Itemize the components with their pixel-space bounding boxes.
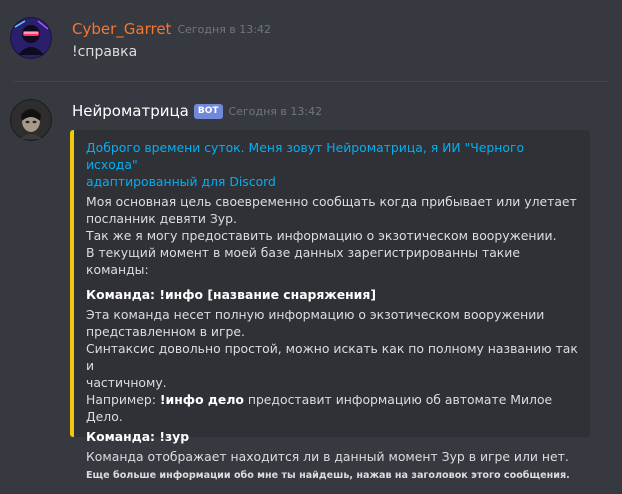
example-prefix: Например: — [86, 392, 160, 407]
avatar[interactable] — [10, 99, 52, 141]
field-line: частичному. — [86, 375, 167, 390]
author-name[interactable]: Нейроматрица — [72, 102, 189, 120]
field-line: представленном в игре. — [86, 324, 245, 339]
embed-field-value: Эта команда несет полную информацию о эк… — [86, 306, 578, 425]
embed-footer: Еще больше информации обо мне ты найдешь… — [86, 470, 570, 481]
description-line: посланник девяти Зур. — [86, 211, 237, 226]
embed: Доброго времени суток. Меня зовут Нейром… — [70, 130, 590, 481]
embed-title-line[interactable]: адаптированный для Discord — [86, 173, 578, 190]
message-timestamp[interactable]: Сегодня в 13:42 — [177, 23, 271, 36]
message-divider — [14, 81, 608, 82]
field-name-prefix: Команда: — [86, 287, 160, 302]
field-name-command: !зур — [159, 429, 190, 444]
embed-field-name: Команда: !зур — [86, 428, 578, 445]
author-name[interactable]: Cyber_Garret — [72, 20, 171, 38]
description-line: Так же я могу предоставить информацию о … — [86, 228, 557, 243]
embed-field-name: Команда: !инфо [название снаряжения] — [86, 286, 578, 303]
field-name-command: !инфо [название снаряжения] — [159, 287, 376, 302]
embed-title-line[interactable]: Доброго времени суток. Меня зовут Нейром… — [86, 139, 578, 173]
field-line: Эта команда несет полную информацию о эк… — [86, 307, 545, 322]
embed-title-link[interactable]: Доброго времени суток. Меня зовут Нейром… — [86, 139, 578, 190]
field-line: Синтаксис довольно простой, можно искать… — [86, 341, 578, 373]
avatar[interactable] — [10, 17, 52, 59]
description-line: Моя основная цель своевременно сообщать … — [86, 194, 577, 209]
message-content: !справка — [72, 44, 138, 60]
field-example-line: Например: !инфо дело предоставит информа… — [86, 391, 578, 425]
message-timestamp[interactable]: Сегодня в 13:42 — [229, 105, 323, 118]
field-name-prefix: Команда: — [86, 429, 160, 444]
description-line: В текущий момент в моей базе данных заре… — [86, 245, 520, 277]
example-command: !инфо дело — [159, 392, 244, 407]
embed-field-value: Команда отображает находится ли в данный… — [86, 449, 569, 464]
bot-tag: BOT — [193, 103, 223, 119]
embed-description: Моя основная цель своевременно сообщать … — [86, 193, 578, 278]
